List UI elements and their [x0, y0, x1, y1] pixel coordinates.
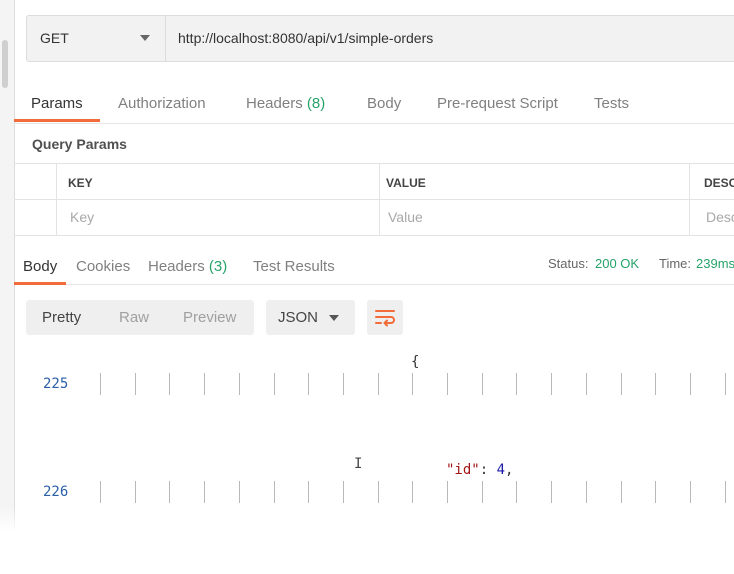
indent-guide — [134, 373, 136, 395]
active-response-tab-indicator — [14, 282, 66, 285]
indent-guide — [412, 373, 414, 395]
indent-guide — [100, 373, 101, 395]
response-tab-test-results[interactable]: Test Results — [253, 258, 335, 275]
indent-guide — [689, 373, 691, 395]
indent-guide — [620, 373, 622, 395]
value-input[interactable]: Value — [388, 209, 423, 225]
indent-guide — [724, 373, 726, 395]
wrap-lines-icon — [375, 310, 395, 327]
indent-guide — [724, 481, 726, 503]
description-input[interactable]: Desc — [706, 209, 734, 225]
indent-guide — [134, 481, 136, 503]
column-header-description: DESC — [704, 176, 734, 190]
format-label: JSON — [278, 309, 319, 326]
code-line-content: { — [411, 354, 420, 370]
indent-guide — [585, 373, 587, 395]
indent-guide — [620, 481, 622, 503]
tab-headers-count: (8) — [306, 95, 326, 112]
column-header-value: VALUE — [386, 176, 426, 190]
response-tab-headers-label: Headers — [148, 258, 205, 275]
indent-guide — [273, 481, 275, 503]
indent-guide — [585, 481, 587, 503]
active-tab-indicator — [14, 119, 100, 122]
indent-guide — [516, 373, 518, 395]
indent-guide — [342, 481, 344, 503]
tab-headers[interactable]: Headers (8) — [246, 95, 325, 112]
indent-guide — [204, 373, 206, 395]
bottom-fade — [0, 505, 734, 574]
status-label: Status: — [548, 256, 589, 271]
indent-guide — [204, 481, 206, 503]
line-number: 225 — [43, 376, 69, 392]
tab-authorization[interactable]: Authorization — [118, 95, 206, 112]
line-number: 226 — [43, 484, 69, 500]
query-params-title: Query Params — [32, 136, 127, 152]
view-raw-button[interactable]: Raw — [119, 309, 149, 326]
chevron-down-icon[interactable] — [329, 315, 339, 321]
view-preview-button[interactable]: Preview — [183, 309, 236, 326]
indent-guide — [655, 373, 657, 395]
response-tab-headers-count: (3) — [208, 258, 228, 275]
indent-guide — [308, 481, 310, 503]
time-label: Time: — [659, 256, 692, 271]
indent-guide — [412, 481, 414, 503]
indent-guide — [447, 481, 448, 503]
json-trailing-comma: , — [505, 462, 514, 478]
code-line-content: "id": 4, — [446, 462, 513, 478]
response-tab-headers[interactable]: Headers (3) — [148, 258, 227, 275]
params-table — [14, 163, 734, 236]
indent-guide — [377, 373, 379, 395]
key-input[interactable]: Key — [70, 209, 94, 225]
indent-guide — [655, 481, 657, 503]
tab-params[interactable]: Params — [31, 95, 83, 112]
wrap-lines-button[interactable] — [367, 300, 403, 335]
tab-body[interactable]: Body — [367, 95, 401, 112]
indent-guide — [238, 373, 240, 395]
indent-guide — [447, 373, 448, 395]
json-separator: : — [479, 462, 497, 478]
indent-guide — [481, 373, 483, 395]
indent-guide — [169, 373, 171, 395]
response-tab-cookies[interactable]: Cookies — [76, 258, 130, 275]
response-tab-body[interactable]: Body — [23, 258, 57, 275]
chevron-down-icon[interactable] — [140, 35, 150, 41]
url-text[interactable]: http://localhost:8080/api/v1/simple-orde… — [178, 30, 433, 46]
indent-guide — [689, 481, 691, 503]
indent-guide — [551, 481, 553, 503]
json-value: 4 — [496, 462, 506, 478]
indent-guide — [273, 373, 275, 395]
response-tabs-divider — [14, 284, 734, 285]
method-label: GET — [40, 30, 69, 46]
status-value: 200 OK — [595, 256, 640, 271]
tab-headers-label: Headers — [246, 95, 303, 112]
json-key: "id" — [446, 462, 480, 478]
tabs-divider — [14, 123, 734, 124]
indent-guide — [551, 373, 553, 395]
scrollbar-thumb[interactable] — [2, 40, 8, 88]
indent-guide — [308, 373, 310, 395]
tab-tests[interactable]: Tests — [594, 95, 629, 112]
indent-guide — [516, 481, 518, 503]
indent-guide — [377, 481, 379, 503]
column-header-key: KEY — [68, 176, 93, 190]
indent-guide — [100, 481, 101, 503]
indent-guide — [169, 481, 171, 503]
indent-guide — [481, 481, 483, 503]
indent-guide — [238, 481, 240, 503]
tab-pre-request-script[interactable]: Pre-request Script — [437, 95, 558, 112]
time-value: 239ms — [696, 256, 734, 271]
indent-guide — [342, 373, 344, 395]
view-pretty-button[interactable]: Pretty — [42, 309, 81, 326]
text-cursor-icon: I — [354, 456, 363, 472]
